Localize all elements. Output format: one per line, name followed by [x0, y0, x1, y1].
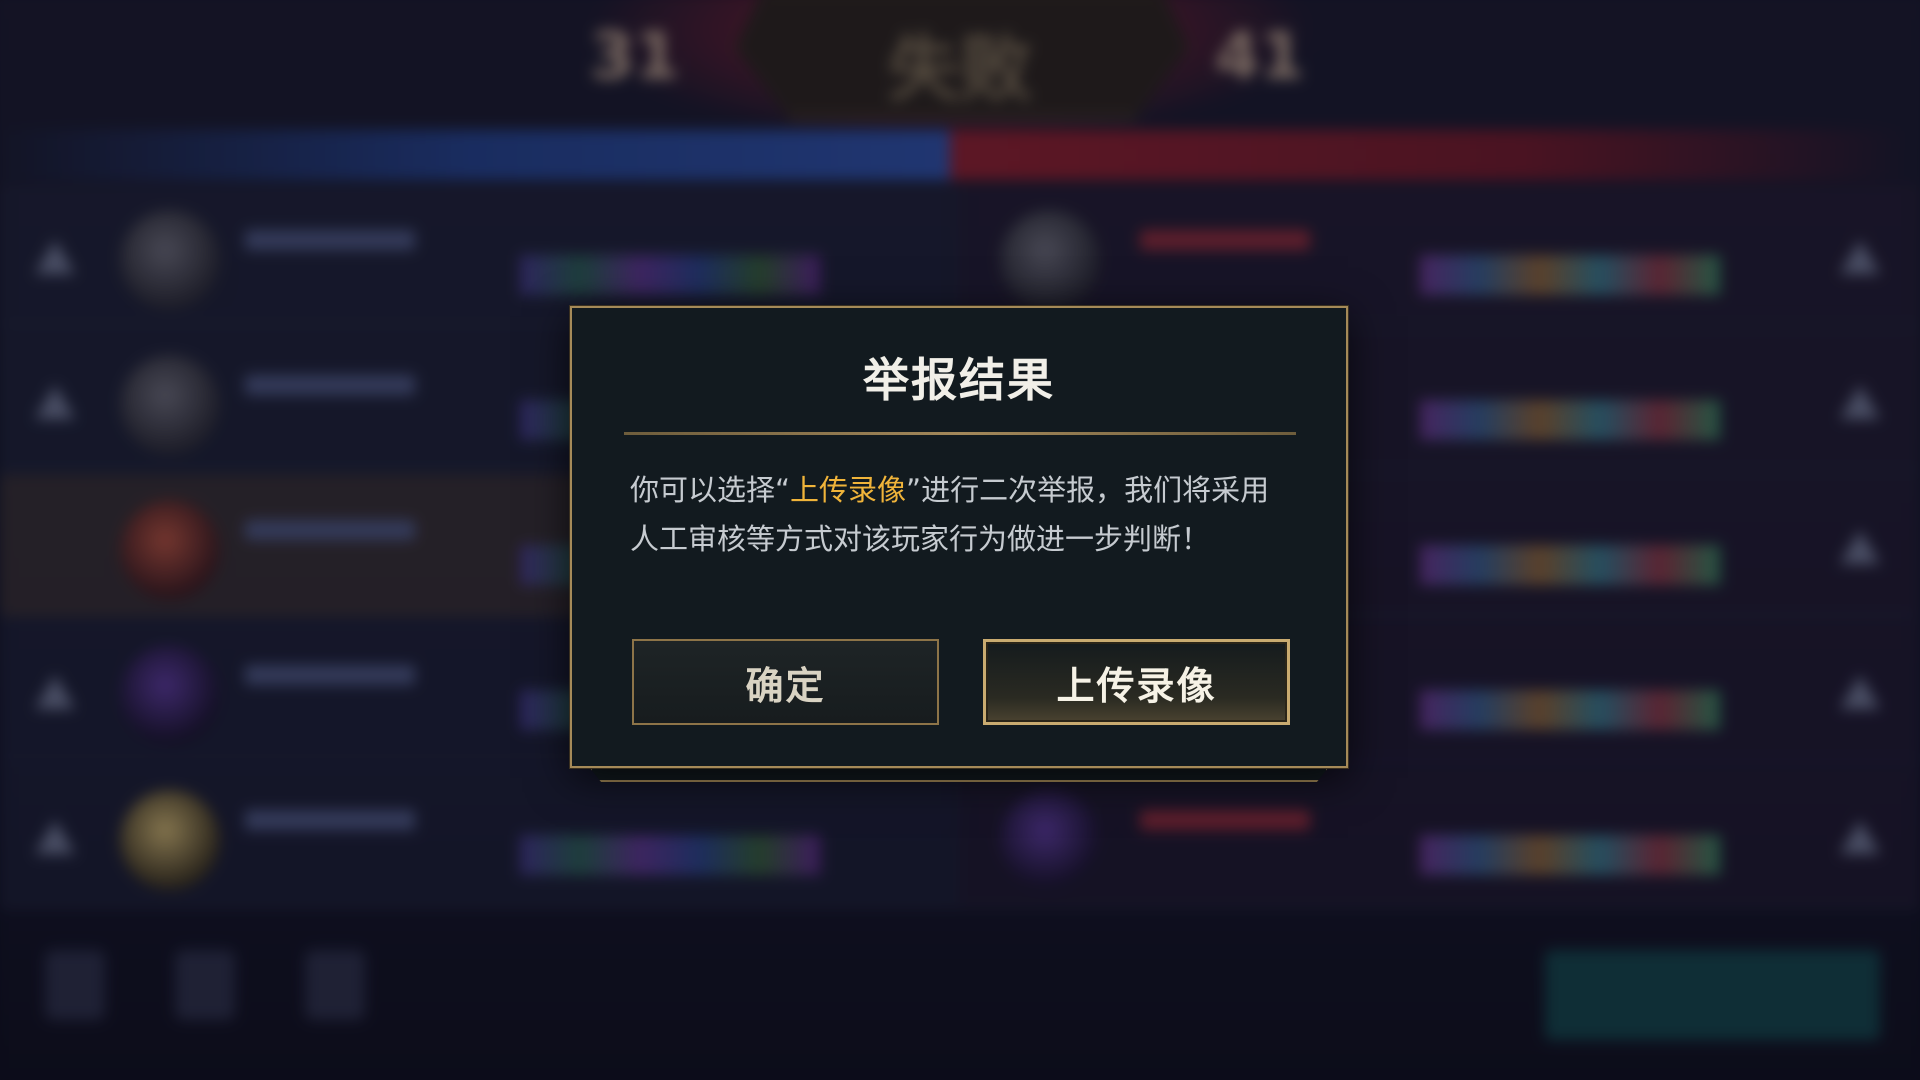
title-divider	[624, 432, 1296, 435]
dialog-title: 举报结果	[863, 353, 1055, 407]
dialog-message: 你可以选择“上传录像”进行二次举报，我们将采用人工审核等方式对该玩家行为做进一步…	[630, 466, 1290, 564]
post-game-screen: 失败 31 41 举报结果 你可以选择“上传录像”进行二次举报，我们将采用人工审…	[0, 0, 1920, 1080]
dialog-bottom-trim	[590, 768, 1328, 782]
upload-replay-button[interactable]: 上传录像	[983, 639, 1290, 725]
message-text-part1: 你可以选择“	[630, 473, 791, 507]
message-highlight: 上传录像	[790, 473, 907, 507]
confirm-button[interactable]: 确定	[632, 639, 939, 725]
report-result-dialog: 举报结果 你可以选择“上传录像”进行二次举报，我们将采用人工审核等方式对该玩家行…	[570, 306, 1348, 768]
